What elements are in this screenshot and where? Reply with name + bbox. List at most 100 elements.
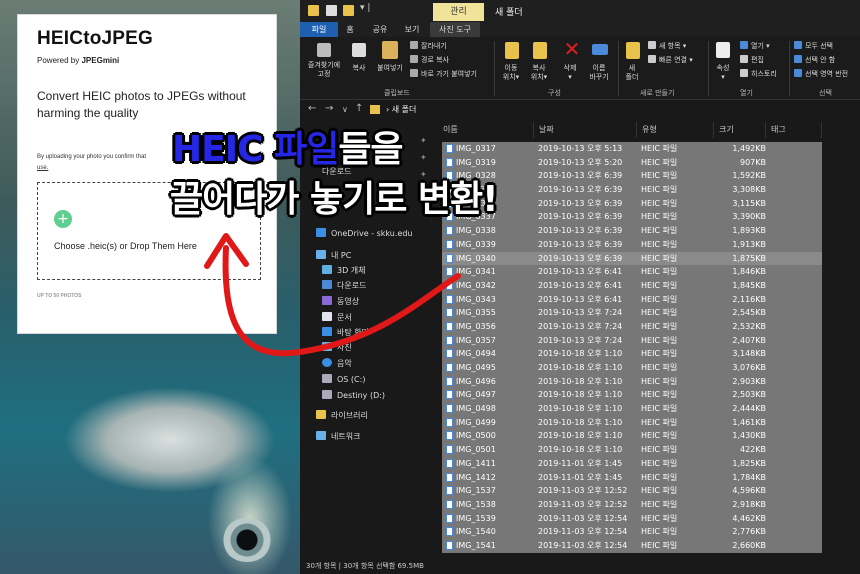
- properties-button[interactable]: 속성 ▾: [711, 64, 735, 82]
- file-row[interactable]: IMG_0338 2019-10-13 오후 6:39 HEIC 파일 1,893KB: [442, 224, 822, 238]
- nav-item-this-pc[interactable]: 내 PC: [316, 250, 351, 261]
- edit-button[interactable]: 편집: [740, 55, 764, 65]
- tab-file[interactable]: 파일: [300, 22, 338, 37]
- easy-access-button[interactable]: 빠른 연결 ▾: [648, 55, 693, 65]
- file-row[interactable]: IMG_0501 2019-10-18 오후 1:10 HEIC 파일 422KB: [442, 443, 822, 457]
- image-file-icon: [446, 527, 453, 537]
- copy-path-button[interactable]: 경로 복사: [410, 55, 449, 65]
- tab-home[interactable]: 홈: [340, 22, 360, 37]
- file-row[interactable]: IMG_0317 2019-10-13 오후 5:13 HEIC 파일 1,492KB: [442, 142, 822, 156]
- history-button[interactable]: 히스토리: [740, 69, 777, 79]
- nav-item-downloads[interactable]: 다운로드: [322, 280, 366, 291]
- move-to-button[interactable]: 이동 위치▾: [499, 64, 523, 82]
- forward-arrow-icon[interactable]: →: [325, 103, 333, 114]
- file-row[interactable]: IMG_1538 2019-11-03 오후 12:52 HEIC 파일 2,918K…: [442, 498, 822, 512]
- properties-quick-icon[interactable]: [326, 5, 337, 16]
- nav-item-libraries[interactable]: 라이브러리: [316, 410, 368, 421]
- pin-quick-access-button[interactable]: 즐겨찾기에 고정: [304, 61, 344, 79]
- file-row[interactable]: IMG_0498 2019-10-18 오후 1:10 HEIC 파일 2,444KB: [442, 402, 822, 416]
- file-row[interactable]: IMG_0340 2019-10-13 오후 6:39 HEIC 파일 1,875KB: [442, 251, 822, 266]
- file-row[interactable]: IMG_0343 2019-10-13 오후 6:41 HEIC 파일 2,116KB: [442, 293, 822, 307]
- select-all-button[interactable]: 모두 선택: [794, 41, 833, 51]
- column-type[interactable]: 유형: [637, 122, 714, 138]
- paste-shortcut-button[interactable]: 바로 가기 붙여넣기: [410, 69, 477, 79]
- file-row[interactable]: IMG_1411 2019-11-01 오후 1:45 HEIC 파일 1,825KB: [442, 457, 822, 471]
- new-folder-button[interactable]: 새 폴더: [620, 64, 644, 82]
- powered-brand[interactable]: JPEGmini: [81, 56, 119, 65]
- file-row[interactable]: IMG_0319 2019-10-13 오후 5:20 HEIC 파일 907KB: [442, 156, 822, 170]
- column-size[interactable]: 크기: [714, 122, 766, 138]
- nav-item-onedrive[interactable]: OneDrive - skku.edu: [316, 228, 412, 238]
- tab-view[interactable]: 보기: [400, 22, 424, 37]
- nav-item-videos[interactable]: 동영상: [322, 296, 359, 307]
- nav-item-music[interactable]: 음악: [322, 358, 352, 369]
- add-icon[interactable]: +: [54, 210, 72, 228]
- new-item-button[interactable]: 새 항목 ▾: [648, 41, 686, 51]
- file-row[interactable]: IMG_0499 2019-10-18 오후 1:10 HEIC 파일 1,461KB: [442, 416, 822, 430]
- address-path[interactable]: › 새 폴더: [386, 104, 416, 115]
- terms-link[interactable]: use.: [37, 165, 48, 171]
- pin-icon: ✦: [420, 136, 427, 145]
- file-row[interactable]: IMG_0329 2019-10-13 오후 6:39 HEIC 파일 3,308KB: [442, 183, 822, 197]
- recent-dropdown-icon[interactable]: ∨: [342, 105, 348, 114]
- nav-item-network[interactable]: 네트워크: [316, 431, 360, 442]
- nav-item-desktop[interactable]: 바탕 화면: [322, 327, 369, 338]
- nav-item-3d-objects[interactable]: 3D 개체: [322, 265, 366, 276]
- file-row[interactable]: IMG_0328 2019-10-13 오후 6:39 HEIC 파일 1,592KB: [442, 169, 822, 183]
- nav-item-label: 3D 개체: [337, 266, 366, 275]
- column-name[interactable]: 이름: [438, 122, 534, 138]
- image-file-icon: [446, 335, 453, 345]
- column-tags[interactable]: 태그: [766, 122, 822, 138]
- file-row[interactable]: IMG_1539 2019-11-03 오후 12:54 HEIC 파일 4,462K…: [442, 512, 822, 526]
- file-row[interactable]: IMG_0357 2019-10-13 오후 7:24 HEIC 파일 2,407KB: [442, 334, 822, 348]
- file-row[interactable]: IMG_0339 2019-10-13 오후 6:39 HEIC 파일 1,913KB: [442, 238, 822, 252]
- file-name-text: IMG_0501: [456, 445, 496, 455]
- file-row[interactable]: IMG_1412 2019-11-01 오후 1:45 HEIC 파일 1,784KB: [442, 471, 822, 485]
- column-date[interactable]: 날짜: [534, 122, 637, 138]
- site-title[interactable]: HEICtoJPEG: [37, 28, 153, 50]
- select-none-button[interactable]: 선택 안 함: [794, 55, 835, 65]
- file-row[interactable]: IMG_1541 2019-11-03 오후 12:54 HEIC 파일 2,660K…: [442, 539, 822, 553]
- 3d-objects-icon: [322, 265, 332, 274]
- file-row[interactable]: IMG_0356 2019-10-13 오후 7:24 HEIC 파일 2,532KB: [442, 320, 822, 334]
- file-type: HEIC 파일: [641, 390, 678, 400]
- file-row[interactable]: IMG_0494 2019-10-18 오후 1:10 HEIC 파일 3,148KB: [442, 347, 822, 361]
- rename-button[interactable]: 이름 바꾸기: [585, 64, 613, 82]
- up-arrow-icon[interactable]: ↑: [355, 103, 363, 114]
- quick-access-dropdown-icon[interactable]: ▾ |: [360, 3, 370, 13]
- file-row[interactable]: IMG_0497 2019-10-18 오후 1:10 HEIC 파일 2,503KB: [442, 388, 822, 402]
- nav-item-pictures[interactable]: 사진: [322, 342, 352, 353]
- paste-button[interactable]: 붙여넣기: [372, 64, 408, 73]
- delete-button[interactable]: 삭제 ▾: [558, 64, 582, 82]
- file-row[interactable]: IMG_0496 2019-10-18 오후 1:10 HEIC 파일 2,903KB: [442, 375, 822, 389]
- file-row[interactable]: IMG_0355 2019-10-13 오후 7:24 HEIC 파일 2,545KB: [442, 306, 822, 320]
- copy-button[interactable]: 복사: [348, 64, 370, 73]
- file-name: IMG_0357: [446, 334, 496, 348]
- new-folder-quick-icon[interactable]: [343, 5, 354, 16]
- drop-label[interactable]: Choose .heic(s) or Drop Them Here: [54, 241, 197, 251]
- open-icon: [740, 41, 748, 49]
- file-row[interactable]: IMG_1540 2019-11-03 오후 12:54 HEIC 파일 2,776K…: [442, 525, 822, 539]
- cut-button[interactable]: 잘라내기: [410, 41, 447, 51]
- tab-share[interactable]: 공유: [366, 22, 394, 37]
- copy-to-button[interactable]: 복사 위치▾: [527, 64, 551, 82]
- invert-selection-button[interactable]: 선택 영역 반전: [794, 69, 848, 79]
- file-name-text: IMG_0341: [456, 267, 496, 277]
- file-row[interactable]: IMG_0341 2019-10-13 오후 6:41 HEIC 파일 1,846KB: [442, 265, 822, 279]
- nav-item-label: OS (C:): [337, 375, 366, 384]
- manage-context-tab[interactable]: 관리: [433, 3, 484, 21]
- nav-item-drive-c[interactable]: OS (C:): [322, 374, 365, 384]
- back-arrow-icon[interactable]: ←: [308, 103, 316, 114]
- file-row[interactable]: IMG_0500 2019-10-18 오후 1:10 HEIC 파일 1,430KB: [442, 429, 822, 443]
- file-row[interactable]: IMG_0337 2019-10-13 오후 6:39 HEIC 파일 3,390KB: [442, 210, 822, 224]
- file-row[interactable]: IMG_0495 2019-10-18 오후 1:10 HEIC 파일 3,076KB: [442, 361, 822, 375]
- open-button[interactable]: 열기 ▾: [740, 41, 770, 51]
- file-row[interactable]: IMG_0330 2019-10-13 오후 6:39 HEIC 파일 3,115KB: [442, 197, 822, 211]
- file-row[interactable]: IMG_0342 2019-10-13 오후 6:41 HEIC 파일 1,845KB: [442, 279, 822, 293]
- file-date: 2019-11-03 오후 12:54: [538, 527, 628, 537]
- file-row[interactable]: IMG_1537 2019-11-03 오후 12:52 HEIC 파일 4,596K…: [442, 484, 822, 498]
- nav-item-drive-d[interactable]: Destiny (D:): [322, 390, 385, 400]
- nav-item-documents[interactable]: 문서: [322, 312, 352, 323]
- tab-picture-tools[interactable]: 사진 도구: [430, 22, 480, 37]
- select-none-icon: [794, 55, 802, 63]
